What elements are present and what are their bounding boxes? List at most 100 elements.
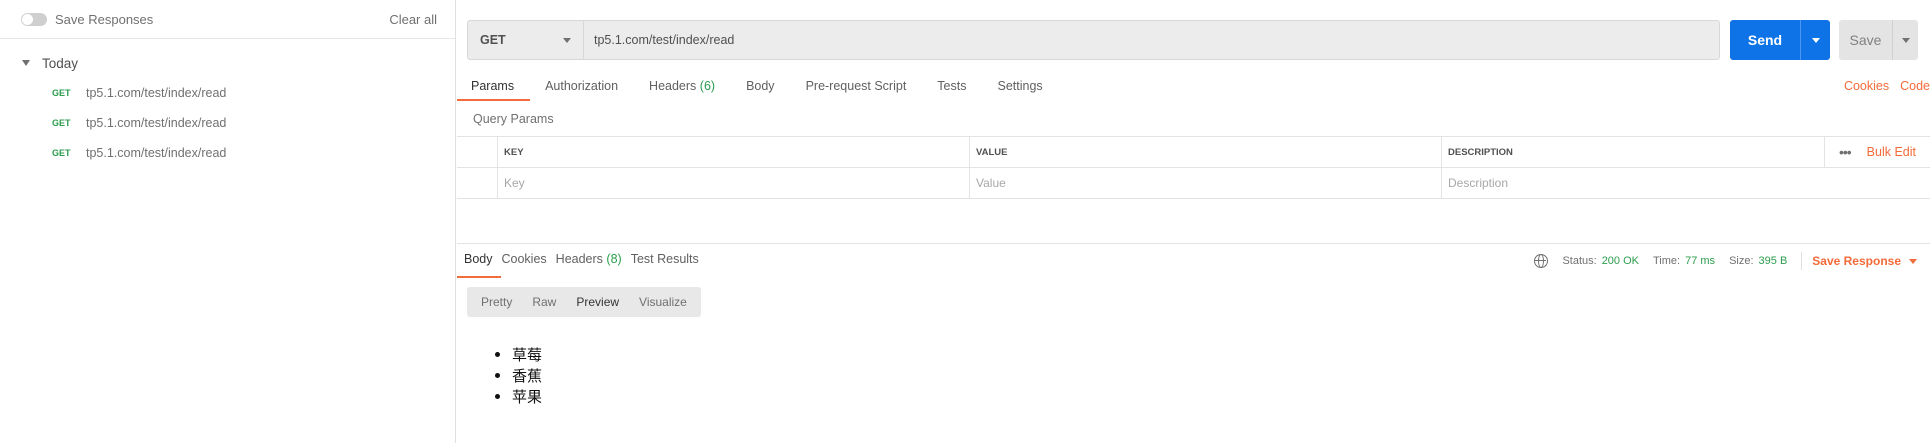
url-input[interactable] xyxy=(584,21,1719,59)
tab-label: Pre-request Script xyxy=(805,79,907,93)
save-response-button[interactable]: Save Response xyxy=(1812,254,1917,268)
value-input[interactable]: Value xyxy=(970,168,1442,198)
tab-authorization[interactable]: Authorization xyxy=(545,75,618,101)
bullet xyxy=(495,394,500,399)
response-tab-cookies[interactable]: Cookies xyxy=(502,252,547,274)
table-header-row: KEY VALUE DESCRIPTION ••• Bulk Edit xyxy=(457,136,1930,168)
size-value[interactable]: 395 B xyxy=(1759,255,1788,267)
history-sidebar: Save Responses Clear all Today GET tp5.1… xyxy=(0,0,456,443)
status-value[interactable]: 200 OK xyxy=(1602,255,1639,267)
clear-all-button[interactable]: Clear all xyxy=(389,12,437,27)
view-mode-toggle: Pretty Raw Preview Visualize xyxy=(467,287,701,317)
save-button[interactable]: Save xyxy=(1839,20,1918,60)
method-value: GET xyxy=(480,33,506,47)
send-label: Send xyxy=(1747,32,1783,48)
view-preview-button[interactable]: Preview xyxy=(566,287,629,317)
column-header-label: DESCRIPTION xyxy=(1448,146,1513,158)
request-bar: GET xyxy=(467,20,1720,60)
tab-tests[interactable]: Tests xyxy=(937,75,966,101)
checkbox-column-header xyxy=(457,137,498,167)
more-options-icon[interactable]: ••• xyxy=(1823,136,1867,168)
tab-body[interactable]: Body xyxy=(746,75,775,101)
tab-label: Settings xyxy=(997,79,1043,93)
request-side-links: Cookies Code xyxy=(1833,79,1930,93)
view-pretty-button[interactable]: Pretty xyxy=(471,287,522,317)
save-responses-toggle[interactable] xyxy=(21,12,47,26)
toggle-knob xyxy=(22,13,33,25)
status-label: Status: xyxy=(1562,255,1597,267)
list-item: 苹果 xyxy=(495,386,542,407)
response-status-bar: Status: 200 OK Time: 77 ms Size: 395 B S… xyxy=(1534,252,1917,270)
response-preview: 草莓 香蕉 苹果 xyxy=(495,344,542,407)
save-label: Save xyxy=(1849,32,1882,48)
time-value[interactable]: 77 ms xyxy=(1685,255,1715,267)
chevron-down-icon xyxy=(1901,37,1910,43)
history-group-label: Today xyxy=(42,55,79,71)
column-header-value: VALUE xyxy=(970,137,1442,167)
tab-label: Body xyxy=(464,252,493,266)
save-options-button[interactable] xyxy=(1892,20,1918,60)
response-tab-test-results[interactable]: Test Results xyxy=(631,252,699,274)
tab-params[interactable]: Params xyxy=(456,75,531,101)
description-placeholder: Description xyxy=(1448,176,1509,190)
save-responses-toggle-wrap[interactable]: Save Responses xyxy=(21,12,153,27)
divider xyxy=(1801,252,1803,270)
history-group-today[interactable]: Today xyxy=(0,48,455,78)
tab-label: Authorization xyxy=(545,79,619,93)
chevron-down-icon xyxy=(1811,37,1820,43)
code-link[interactable]: Code xyxy=(1900,79,1930,93)
bullet xyxy=(495,352,500,357)
key-placeholder: Key xyxy=(504,176,525,190)
tab-label: Headers xyxy=(555,252,603,266)
tab-label: Test Results xyxy=(630,252,699,266)
query-params-table: KEY VALUE DESCRIPTION ••• Bulk Edit Key … xyxy=(457,136,1930,199)
method-select[interactable]: GET xyxy=(468,21,584,59)
preview-list: 草莓 香蕉 苹果 xyxy=(495,344,542,407)
history-item[interactable]: GET tp5.1.com/test/index/read xyxy=(0,78,455,108)
chevron-down-icon xyxy=(563,37,571,43)
time-label: Time: xyxy=(1653,255,1681,267)
tab-label: Headers xyxy=(649,79,697,93)
value-placeholder: Value xyxy=(976,176,1006,190)
list-item-text: 香蕉 xyxy=(512,367,543,385)
row-checkbox-cell xyxy=(457,168,498,198)
response-tab-headers[interactable]: Headers (8) xyxy=(556,252,622,274)
table-row: Key Value Description xyxy=(457,168,1930,199)
list-item-text: 苹果 xyxy=(512,388,543,406)
response-tab-body[interactable]: Body xyxy=(457,252,500,278)
send-button[interactable]: Send xyxy=(1730,20,1830,60)
history-url: tp5.1.com/test/index/read xyxy=(86,146,227,160)
globe-icon[interactable] xyxy=(1534,254,1549,268)
list-item: 草莓 xyxy=(495,344,542,365)
save-responses-label: Save Responses xyxy=(55,11,154,27)
history-item[interactable]: GET tp5.1.com/test/index/read xyxy=(0,138,455,168)
caret-down-icon xyxy=(22,60,30,66)
cookies-link[interactable]: Cookies xyxy=(1844,79,1889,93)
headers-count: (6) xyxy=(699,79,716,93)
sidebar-header: Save Responses Clear all xyxy=(0,0,455,39)
column-header-label: VALUE xyxy=(976,146,1008,158)
headers-count: (8) xyxy=(606,252,622,266)
list-item-text: 草莓 xyxy=(512,346,543,364)
request-workspace: GET Send Save Params Authorization Heade… xyxy=(456,0,1930,443)
tab-pre-request-script[interactable]: Pre-request Script xyxy=(806,75,907,101)
column-header-label: KEY xyxy=(504,146,524,158)
history-item[interactable]: GET tp5.1.com/test/index/read xyxy=(0,108,455,138)
send-options-button[interactable] xyxy=(1800,20,1830,60)
chevron-down-icon xyxy=(1909,258,1917,264)
list-item: 香蕉 xyxy=(495,365,542,386)
view-visualize-button[interactable]: Visualize xyxy=(629,287,697,317)
bulk-edit-link[interactable]: Bulk Edit xyxy=(1867,145,1916,159)
tab-label: Tests xyxy=(937,79,967,93)
key-input[interactable]: Key xyxy=(498,168,970,198)
request-tabs: Params Authorization Headers (6) Body Pr… xyxy=(456,75,1930,101)
response-divider[interactable] xyxy=(457,243,1930,244)
column-header-key: KEY xyxy=(498,137,970,167)
bullet xyxy=(495,373,500,378)
tab-settings[interactable]: Settings xyxy=(997,75,1042,101)
tab-headers[interactable]: Headers (6) xyxy=(649,75,715,101)
view-raw-button[interactable]: Raw xyxy=(522,287,566,317)
description-input[interactable]: Description xyxy=(1442,168,1930,198)
table-tools: ••• Bulk Edit xyxy=(1823,136,1916,168)
query-params-label: Query Params xyxy=(473,112,554,126)
